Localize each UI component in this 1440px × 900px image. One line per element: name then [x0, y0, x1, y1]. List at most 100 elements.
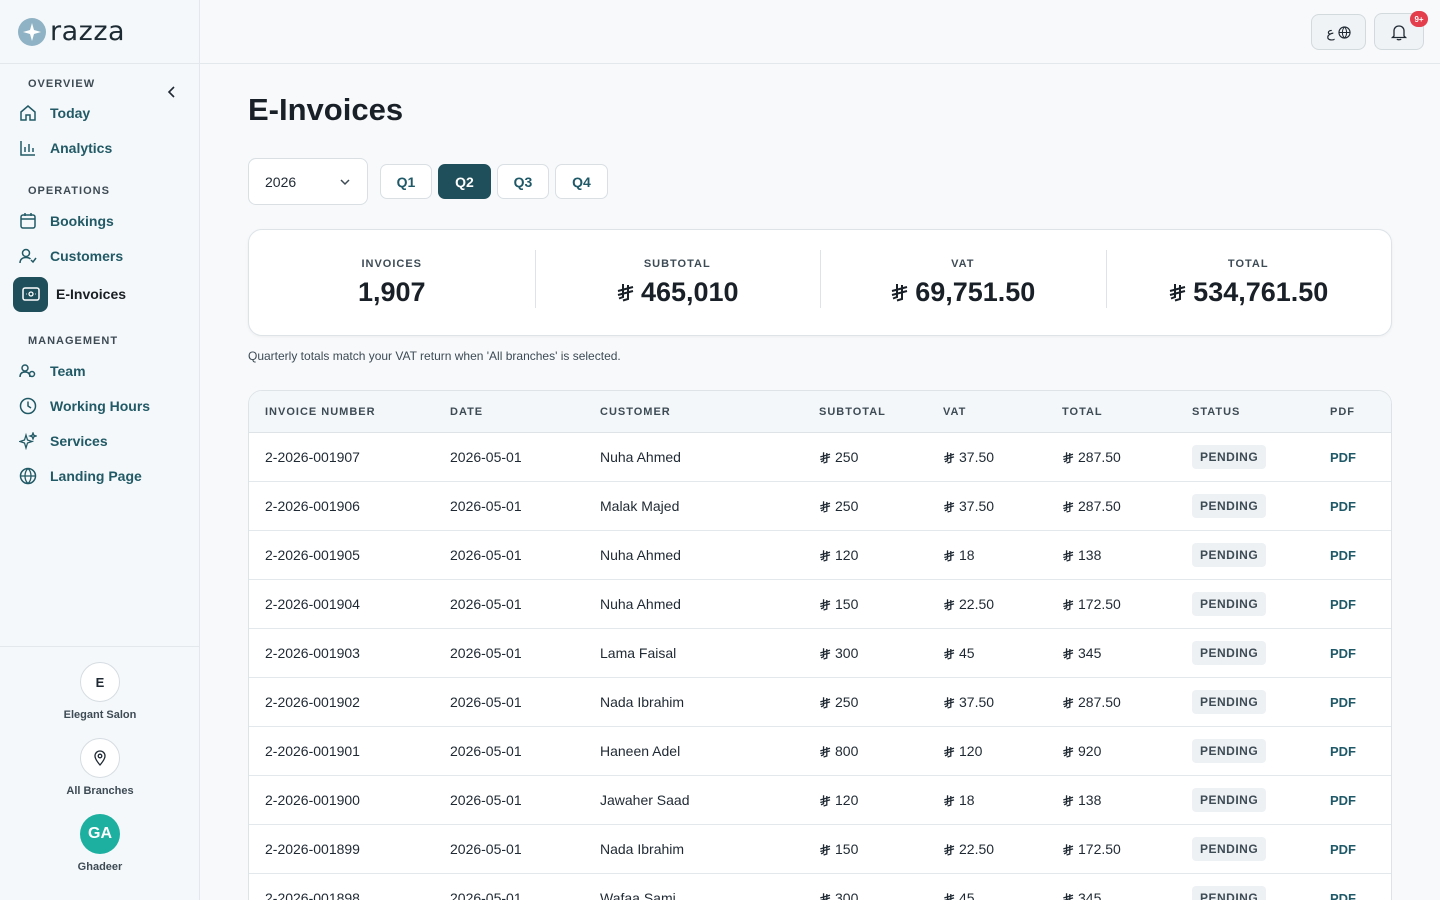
- year-select[interactable]: 2026: [248, 158, 368, 205]
- invoice-status: PENDING: [1192, 494, 1330, 518]
- column-header[interactable]: TOTAL: [1062, 406, 1192, 418]
- stat-value: 69,751.50: [820, 277, 1106, 308]
- bar-chart-icon: [19, 139, 37, 157]
- pdf-link[interactable]: PDF: [1330, 793, 1356, 808]
- invoice-date: 2026-05-01: [450, 547, 522, 563]
- sidebar-item-working-hours[interactable]: Working Hours: [0, 388, 200, 423]
- pdf-link[interactable]: PDF: [1330, 597, 1356, 612]
- stat-label: INVOICES: [361, 257, 423, 270]
- invoice-status: PENDING: [1192, 886, 1330, 900]
- column-header[interactable]: SUBTOTAL: [819, 406, 943, 418]
- pdf-link[interactable]: PDF: [1330, 499, 1356, 514]
- user-menu[interactable]: GA Ghadeer: [0, 814, 200, 873]
- column-header[interactable]: VAT: [943, 406, 1062, 418]
- table-row[interactable]: 2-2026-001906 2026-05-01 Malak Majed 250 37.…: [249, 482, 1391, 531]
- table-row[interactable]: 2-2026-001905 2026-05-01 Nuha Ahmed 120 18 13…: [249, 531, 1391, 580]
- pdf-link[interactable]: PDF: [1330, 548, 1356, 563]
- sidebar-item-landing-page[interactable]: Landing Page: [0, 458, 200, 493]
- column-header[interactable]: STATUS: [1192, 406, 1330, 418]
- invoice-subtotal: 300: [819, 890, 943, 900]
- branch-switcher[interactable]: All Branches: [0, 738, 200, 797]
- invoice-customer: Jawaher Saad: [600, 792, 690, 808]
- amount: 37.50: [959, 694, 995, 710]
- year-value: 2026: [265, 173, 297, 190]
- table-row[interactable]: 2-2026-001898 2026-05-01 Wafaa Sami 300 45 34…: [249, 874, 1391, 900]
- table-row[interactable]: 2-2026-001902 2026-05-01 Nada Ibrahim 250 37…: [249, 678, 1391, 727]
- table-row[interactable]: 2-2026-001901 2026-05-01 Haneen Adel 800 120…: [249, 727, 1391, 776]
- invoice-date: 2026-05-01: [450, 694, 522, 710]
- amount: 150: [835, 841, 859, 857]
- riyal-icon: [820, 892, 831, 900]
- column-header[interactable]: CUSTOMER: [600, 406, 819, 418]
- invoice-date: 2026-05-01: [450, 449, 522, 465]
- amount: 37.50: [959, 498, 995, 514]
- table-row[interactable]: 2-2026-001903 2026-05-01 Lama Faisal 300 45 3…: [249, 629, 1391, 678]
- tab-q1[interactable]: Q1: [380, 164, 432, 199]
- pdf-link[interactable]: PDF: [1330, 744, 1356, 759]
- invoice-pdf: PDF: [1330, 498, 1390, 514]
- nav-section-overview: OVERVIEW: [28, 78, 96, 90]
- amount: 345: [1078, 890, 1102, 900]
- topbar: ع 9+: [200, 0, 1440, 64]
- sidebar-item-team[interactable]: Team: [0, 353, 200, 388]
- amount: 120: [835, 792, 859, 808]
- riyal-icon: [617, 284, 634, 302]
- table-row[interactable]: 2-2026-001907 2026-05-01 Nuha Ahmed 250 37.5…: [249, 433, 1391, 482]
- sidebar-item-analytics[interactable]: Analytics: [0, 130, 200, 165]
- notifications-button[interactable]: 9+: [1374, 11, 1428, 50]
- table-row[interactable]: 2-2026-001904 2026-05-01 Nuha Ahmed 150 22.5…: [249, 580, 1391, 629]
- pdf-link[interactable]: PDF: [1330, 646, 1356, 661]
- invoice-pdf: PDF: [1330, 792, 1390, 808]
- sidebar-item-services[interactable]: Services: [0, 423, 200, 458]
- invoice-subtotal: 150: [819, 596, 943, 612]
- riyal-icon: [944, 647, 955, 660]
- invoice-icon: [13, 276, 48, 312]
- amount: 287.50: [1078, 449, 1121, 465]
- pdf-link[interactable]: PDF: [1330, 891, 1356, 900]
- stat-total: TOTAL 534,761.50: [1105, 249, 1392, 308]
- sidebar-item-customers[interactable]: Customers: [0, 238, 200, 273]
- sidebar-item-today[interactable]: Today: [0, 95, 200, 130]
- pdf-link[interactable]: PDF: [1330, 842, 1356, 857]
- sidebar-item-e-invoices[interactable]: E-Invoices: [13, 276, 187, 312]
- tab-q2[interactable]: Q2: [438, 164, 491, 199]
- invoice-status: PENDING: [1192, 837, 1330, 861]
- invoice-vat: 45: [943, 645, 1062, 661]
- invoice-number: 2-2026-001898: [265, 890, 360, 900]
- amount: 287.50: [1078, 694, 1121, 710]
- amount: 172.50: [1078, 841, 1121, 857]
- invoice-number: 2-2026-001903: [265, 645, 360, 661]
- riyal-icon: [944, 794, 955, 807]
- invoice-total: 345: [1062, 890, 1192, 900]
- column-header[interactable]: DATE: [450, 406, 600, 418]
- stat-subtotal: SUBTOTAL 465,010: [534, 249, 821, 308]
- tab-q3[interactable]: Q3: [497, 164, 549, 199]
- invoice-date: 2026-05-01: [450, 596, 522, 612]
- salon-switcher[interactable]: E Elegant Salon: [0, 662, 200, 721]
- language-label: ع: [1326, 23, 1335, 40]
- invoice-vat: 22.50: [943, 596, 1062, 612]
- stat-value: 465,010: [535, 277, 821, 308]
- table-row[interactable]: 2-2026-001900 2026-05-01 Jawaher Saad 120 18…: [249, 776, 1391, 825]
- invoice-customer: Nuha Ahmed: [600, 596, 681, 612]
- column-header[interactable]: INVOICE NUMBER: [249, 406, 450, 418]
- amount: 920: [1078, 743, 1102, 759]
- brand[interactable]: razza: [0, 0, 199, 64]
- amount: 150: [835, 596, 859, 612]
- tab-q4[interactable]: Q4: [555, 164, 608, 199]
- pdf-link[interactable]: PDF: [1330, 695, 1356, 710]
- invoice-vat: 45: [943, 890, 1062, 900]
- bell-icon: [1390, 24, 1408, 40]
- pdf-link[interactable]: PDF: [1330, 450, 1356, 465]
- table-row[interactable]: 2-2026-001899 2026-05-01 Nada Ibrahim 150 22…: [249, 825, 1391, 874]
- language-button[interactable]: ع: [1311, 14, 1366, 50]
- status-badge: PENDING: [1192, 641, 1267, 665]
- quarter-tabs: Q1 Q2 Q3 Q4: [380, 164, 608, 199]
- status-badge: PENDING: [1192, 494, 1267, 518]
- invoice-vat: 18: [943, 792, 1062, 808]
- riyal-icon: [944, 500, 955, 513]
- amount: 300: [835, 890, 859, 900]
- invoice-pdf: PDF: [1330, 841, 1390, 857]
- riyal-icon: [944, 892, 955, 900]
- sidebar-item-bookings[interactable]: Bookings: [0, 203, 200, 238]
